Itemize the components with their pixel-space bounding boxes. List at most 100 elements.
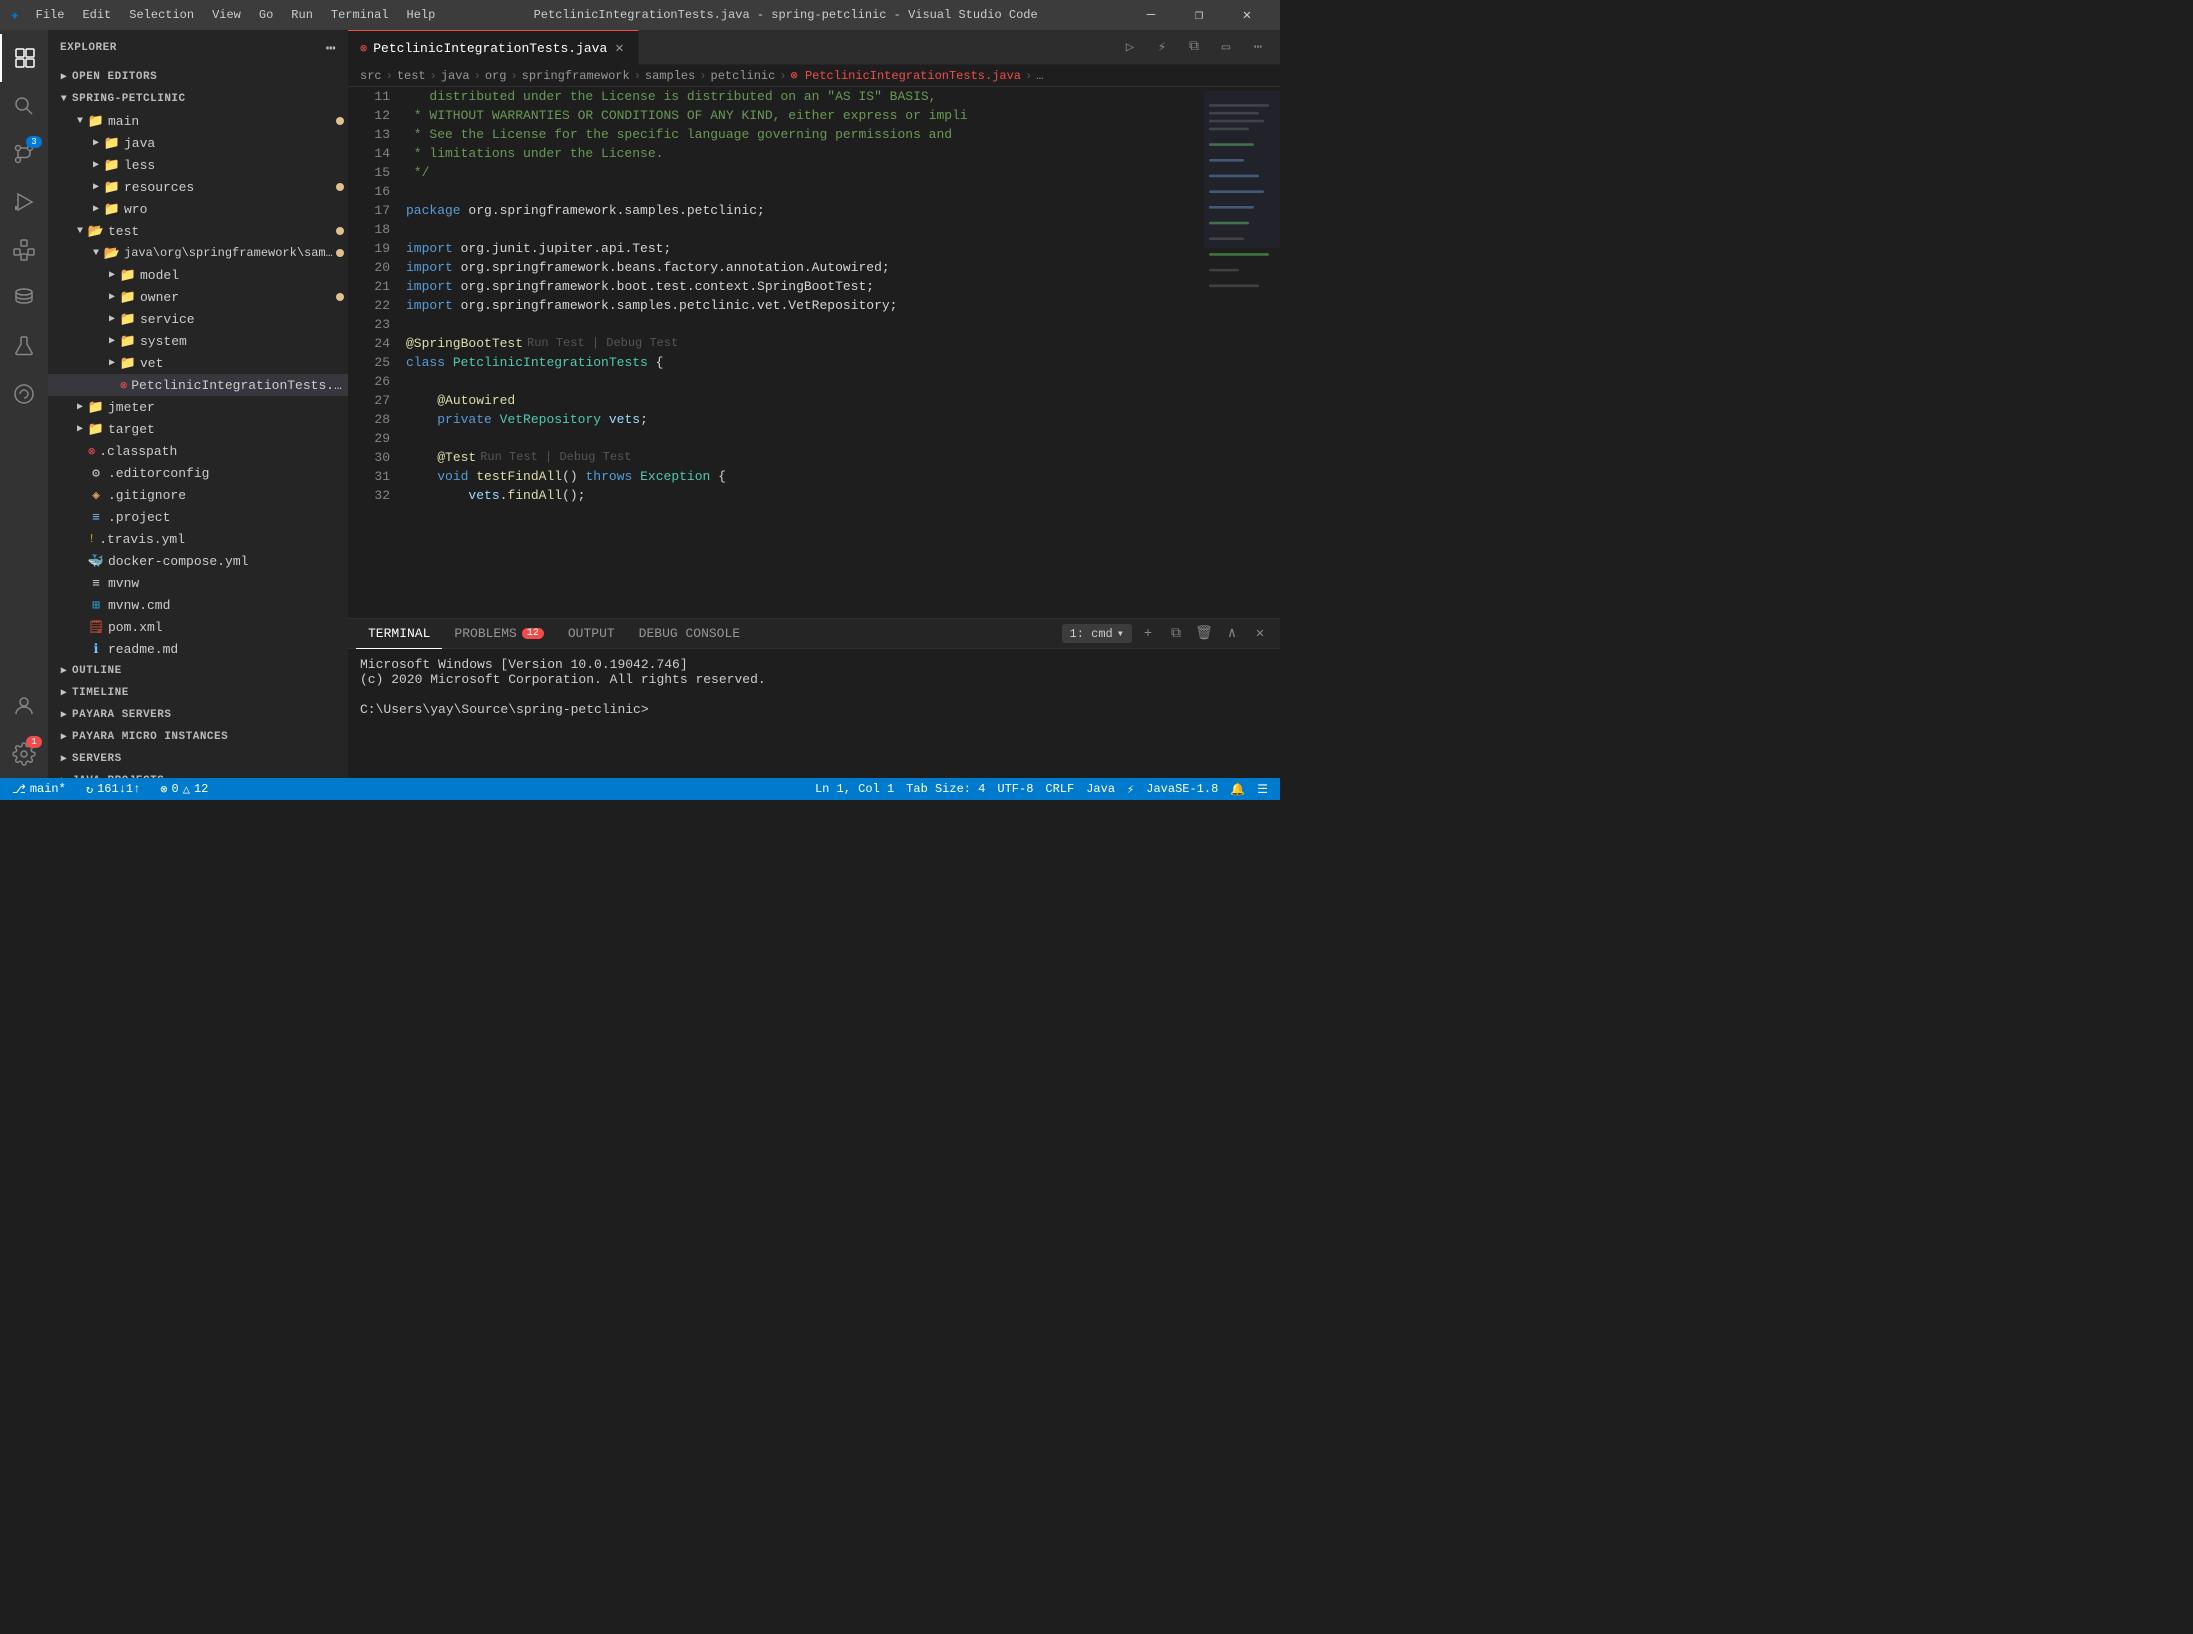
payara-micro-section[interactable]: ▶ Payara Micro Instances [48,726,348,748]
layout-toggle-status[interactable]: ☰ [1253,778,1272,800]
tree-pom[interactable]: ▶ 🗒 pom.xml [48,616,348,638]
menu-view[interactable]: View [204,6,249,24]
servers-section[interactable]: ▶ Servers [48,748,348,770]
tree-target[interactable]: ▶ 📁 target [48,418,348,440]
toggle-panel-button[interactable]: ▭ [1212,33,1240,61]
java-projects-section[interactable]: ▶ Java Projects [48,770,348,778]
java-status-icon[interactable]: ⚡ [1123,778,1138,800]
tree-java[interactable]: ▶ 📁 java [48,132,348,154]
breadcrumb-test[interactable]: test [397,69,426,83]
menu-edit[interactable]: Edit [74,6,119,24]
editorconfig-label: .editorconfig [108,466,348,481]
new-terminal-button[interactable]: + [1136,622,1160,646]
panel-close-button[interactable]: ✕ [1248,622,1272,646]
flask-activity-icon[interactable] [0,322,48,370]
breadcrumb-springframework[interactable]: springframework [522,69,630,83]
tree-owner[interactable]: ▶ 📁 owner [48,286,348,308]
tree-main[interactable]: ▼ 📁 main [48,110,348,132]
tree-vet[interactable]: ▶ 📁 vet [48,352,348,374]
explorer-activity-icon[interactable] [0,34,48,82]
tree-gitignore[interactable]: ▶ ◈ .gitignore [48,484,348,506]
output-tab[interactable]: OUTPUT [556,619,627,649]
breadcrumb-java[interactable]: java [441,69,470,83]
sidebar-more-icon[interactable]: ⋯ [326,38,336,58]
minimize-button[interactable]: — [1128,0,1174,30]
tree-project-file[interactable]: ▶ ≡ .project [48,506,348,528]
payara-activity-icon[interactable] [0,370,48,418]
tree-petclinic-integration-tests[interactable]: ▶ ⊗ PetclinicIntegrationTests.java [48,374,348,396]
tree-java-org[interactable]: ▼ 📂 java\org\springframework\samples\pet… [48,242,348,264]
menu-run[interactable]: Run [283,6,321,24]
breadcrumb-file[interactable]: ⊗ PetclinicIntegrationTests.java [791,68,1021,83]
tree-mvnw[interactable]: ▶ ≡ mvnw [48,572,348,594]
breadcrumb-samples[interactable]: samples [645,69,695,83]
encoding-status[interactable]: UTF-8 [993,778,1037,800]
sync-status[interactable]: ↻ 161↓1↑ [82,778,144,800]
breadcrumb-src[interactable]: src [360,69,382,83]
split-terminal-button[interactable]: ⧉ [1164,622,1188,646]
tree-classpath[interactable]: ▶ ⊗ .classpath [48,440,348,462]
project-section[interactable]: ▼ spring-petclinic [48,88,348,110]
tree-jmeter[interactable]: ▶ 📁 jmeter [48,396,348,418]
more-actions-button[interactable]: ⋯ [1244,33,1272,61]
database-activity-icon[interactable] [0,274,48,322]
git-branch-icon: ⎇ [12,782,26,797]
run-debug-activity-icon[interactable] [0,178,48,226]
code-area[interactable]: distributed under the License is distrib… [398,87,1200,618]
extensions-activity-icon[interactable] [0,226,48,274]
close-button[interactable]: ✕ [1224,0,1270,30]
timeline-section[interactable]: ▶ Timeline [48,682,348,704]
breadcrumb-more[interactable]: … [1036,69,1043,83]
tab-size-status[interactable]: Tab Size: 4 [902,778,989,800]
tree-mvnw-cmd[interactable]: ▶ ⊞ mvnw.cmd [48,594,348,616]
panel-maximize-button[interactable]: ∧ [1220,622,1244,646]
error-warning-status[interactable]: ⊗ 0 △ 12 [156,778,212,800]
payara-servers-section[interactable]: ▶ Payara Servers [48,704,348,726]
terminal-tab[interactable]: TERMINAL [356,619,442,649]
tree-wro[interactable]: ▶ 📁 wro [48,198,348,220]
account-activity-icon[interactable] [0,682,48,730]
breadcrumb-org[interactable]: org [485,69,507,83]
tree-docker-compose[interactable]: ▶ 🐳 docker-compose.yml [48,550,348,572]
tree-readme[interactable]: ▶ ℹ readme.md [48,638,348,660]
tree-model[interactable]: ▶ 📁 model [48,264,348,286]
line-ending-status[interactable]: CRLF [1041,778,1078,800]
outline-section[interactable]: ▶ Outline [48,660,348,682]
split-editor-button[interactable]: ⧉ [1180,33,1208,61]
tree-system[interactable]: ▶ 📁 system [48,330,348,352]
tree-less[interactable]: ▶ 📁 less [48,154,348,176]
terminal-content[interactable]: Microsoft Windows [Version 10.0.19042.74… [348,649,1280,778]
tree-travis[interactable]: ▶ ! .travis.yml [48,528,348,550]
menu-selection[interactable]: Selection [121,6,202,24]
delete-terminal-button[interactable]: 🗑 [1192,622,1216,646]
run-button[interactable]: ▷ [1116,33,1144,61]
breadcrumb-petclinic[interactable]: petclinic [711,69,776,83]
search-activity-icon[interactable] [0,82,48,130]
tree-resources[interactable]: ▶ 📁 resources [48,176,348,198]
menu-help[interactable]: Help [399,6,444,24]
tree-editorconfig[interactable]: ▶ ⚙ .editorconfig [48,462,348,484]
menu-file[interactable]: File [28,6,73,24]
tree-service[interactable]: ▶ 📁 service [48,308,348,330]
dropdown-chevron-icon: ▾ [1117,626,1124,641]
tab-close-button[interactable]: ✕ [613,38,625,59]
java-org-arrow-icon: ▼ [88,245,104,261]
debug-console-tab[interactable]: DEBUG CONSOLE [627,619,752,649]
terminal-dropdown[interactable]: 1: cmd ▾ [1062,624,1132,643]
language-mode-status[interactable]: Java [1082,778,1119,800]
menu-go[interactable]: Go [251,6,281,24]
settings-activity-icon[interactable]: 1 [0,730,48,778]
debug-button[interactable]: ⚡ [1148,33,1176,61]
active-tab[interactable]: ⊗ PetclinicIntegrationTests.java ✕ [348,30,639,65]
tree-test[interactable]: ▼ 📂 test [48,220,348,242]
notifications-status[interactable]: 🔔 [1226,778,1249,800]
problems-tab[interactable]: PROBLEMS 12 [442,619,555,649]
java-version-status[interactable]: JavaSE-1.8 [1142,778,1222,800]
code-line-17: package org.springframework.samples.petc… [406,201,1200,220]
cursor-position-status[interactable]: Ln 1, Col 1 [811,778,898,800]
source-control-activity-icon[interactable]: 3 [0,130,48,178]
maximize-button[interactable]: ❐ [1176,0,1222,30]
menu-terminal[interactable]: Terminal [323,6,397,24]
git-branch-status[interactable]: ⎇ main* [8,778,70,800]
open-editors-section[interactable]: ▶ Open Editors [48,66,348,88]
